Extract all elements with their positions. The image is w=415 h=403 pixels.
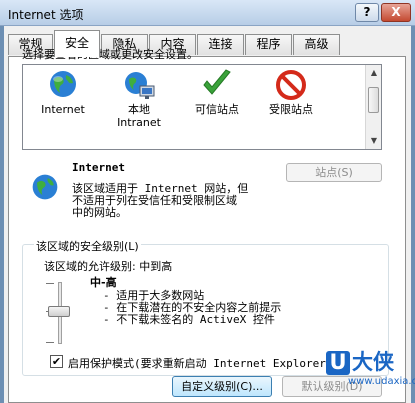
window-title: Internet 选项 — [8, 8, 84, 22]
zone-trusted-sites[interactable]: 可信站点 — [181, 69, 253, 116]
zone-restricted-sites[interactable]: 受限站点 — [255, 69, 327, 116]
globe-icon — [50, 71, 76, 97]
zone-title: Internet — [72, 161, 125, 174]
zone-desc-line: 中的网站。 — [72, 206, 127, 219]
sites-button[interactable]: 站点(S) — [286, 163, 382, 182]
zone-restricted-label: 受限站点 — [269, 103, 313, 116]
zone-description: 该区域适用于 Internet 网站，但 不适用于列在受信任和受限制区域 中的网… — [72, 183, 282, 219]
zone-internet-label: Internet — [41, 103, 85, 116]
protected-mode-checkbox[interactable]: ✔ — [50, 355, 63, 368]
watermark: U大侠 www.udaxia.com — [326, 346, 415, 403]
tab-security[interactable]: 安全 — [54, 30, 100, 57]
scroll-up-icon[interactable]: ▲ — [366, 65, 382, 81]
zone-intranet-label2: Intranet — [117, 116, 161, 129]
watermark-url: www.udaxia.com — [348, 376, 415, 387]
restricted-icon — [276, 70, 306, 100]
protected-mode-label: 启用保护模式(要求重新启动 Internet Explorer)( — [68, 357, 340, 370]
help-button[interactable]: ? — [355, 3, 379, 22]
security-level-legend: 该区域的安全级别(L) — [34, 238, 141, 254]
scroll-thumb[interactable] — [368, 87, 379, 113]
zone-intranet-label: 本地 — [128, 103, 150, 116]
globe-icon — [32, 174, 58, 200]
watermark-logo: U 大侠 — [326, 346, 394, 376]
allowed-level-label: 该区域的允许级别: 中到高 — [44, 260, 173, 273]
slider-tick — [46, 283, 54, 284]
tab-advanced[interactable]: 高级 — [293, 34, 340, 55]
tab-programs[interactable]: 程序 — [245, 34, 292, 55]
zone-internet[interactable]: Internet — [27, 69, 99, 116]
zone-list-scrollbar[interactable]: ▲ ▼ — [365, 65, 381, 149]
watermark-logo-text: 大侠 — [352, 350, 394, 374]
level-bullet: - 不下载未签名的 ActiveX 控件 — [103, 313, 275, 326]
zone-prompt: 选择要查看的区域或更改安全设置。 — [22, 48, 198, 61]
tab-connections[interactable]: 连接 — [197, 34, 244, 55]
checkmark-icon — [203, 69, 231, 95]
close-button[interactable]: X — [381, 3, 411, 22]
intranet-icon — [125, 72, 155, 99]
watermark-logo-mark: U — [326, 351, 350, 375]
scroll-down-icon[interactable]: ▼ — [366, 133, 382, 149]
zone-trusted-label: 可信站点 — [195, 103, 239, 116]
security-slider-thumb[interactable] — [48, 306, 70, 317]
title-bar: Internet 选项 ? X — [0, 0, 415, 26]
zone-list: Internet 本地 Intranet 可信站点 受限站点 ▲ ▼ — [22, 64, 382, 150]
level-bullets: - 适用于大多数网站 - 在下载潜在的不安全内容之前提示 - 不下载未签名的 A… — [103, 290, 281, 326]
slider-tick — [46, 342, 54, 343]
level-name: 中-高 — [90, 276, 117, 289]
zone-local-intranet[interactable]: 本地 Intranet — [103, 69, 175, 129]
custom-level-button[interactable]: 自定义级别(C)... — [172, 376, 272, 397]
